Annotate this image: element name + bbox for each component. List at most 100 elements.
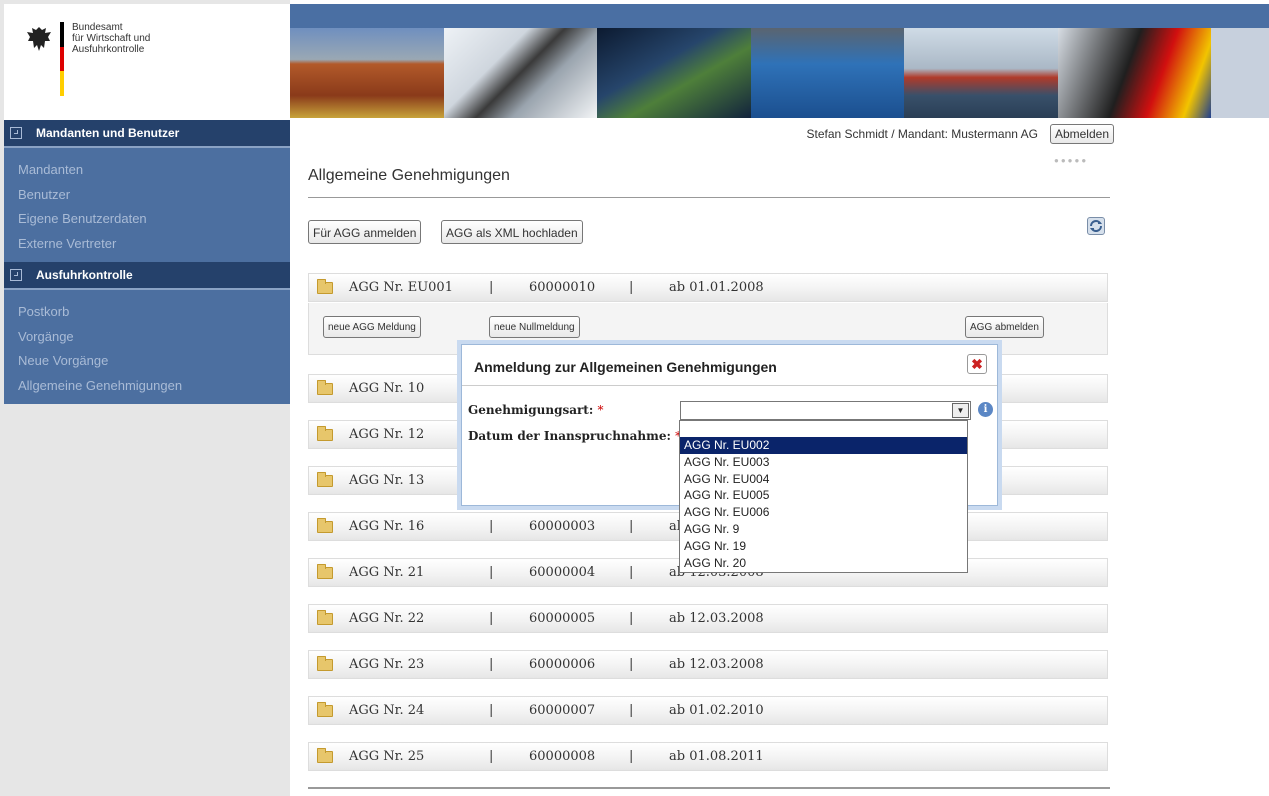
agency-name-line: Ausfuhrkontrolle [72,44,145,55]
chevron-down-icon[interactable]: ▼ [952,403,969,418]
separator: | [489,519,494,534]
separator: | [489,565,494,580]
sidebar-item-mandanten[interactable]: Mandanten [18,158,290,183]
dropdown-option[interactable]: AGG Nr. EU002 [680,437,967,454]
agg-row[interactable]: AGG Nr. 23 | 60000006 | ab 12.03.2008 [308,650,1108,679]
separator: | [489,280,494,295]
agg-number: 60000010 [529,280,596,295]
separator: | [629,657,634,672]
agg-number: 60000004 [529,565,596,580]
new-null-report-button[interactable]: neue Nullmeldung [489,316,580,338]
deregister-agg-button[interactable]: AGG abmelden [965,316,1044,338]
new-agg-report-button[interactable]: neue AGG Meldung [323,316,421,338]
register-agg-button[interactable]: Für AGG anmelden [308,220,422,244]
sidebar-menu: Mandanten und Benutzer Mandanten Benutze… [4,120,290,404]
separator: | [489,611,494,626]
sidebar-item-externe-vertreter[interactable]: Externe Vertreter [18,232,290,257]
separator: | [489,657,494,672]
folder-icon [317,701,333,717]
header-band [290,4,1269,28]
genehmigungsart-select[interactable]: ▼ [680,401,971,420]
agg-number: 60000005 [529,611,596,626]
agg-name: AGG Nr. 23 [349,657,425,672]
agg-name: AGG Nr. 22 [349,611,425,626]
agency-name-line: Bundesamt [72,22,123,33]
folder-icon [317,278,333,294]
sidebar-item-allgemeine-genehmigungen[interactable]: Allgemeine Genehmigungen [18,374,290,399]
agg-date: ab 12.03.2008 [669,611,764,626]
german-flag [60,22,64,96]
agg-number: 60000008 [529,749,596,764]
separator: | [629,519,634,534]
dropdown-option[interactable]: AGG Nr. EU004 [680,471,967,488]
agg-name: AGG Nr. 16 [349,519,425,534]
folder-icon [317,471,333,487]
sidebar-item-eigene-benutzerdaten[interactable]: Eigene Benutzerdaten [18,207,290,232]
folder-icon [317,517,333,533]
agg-row[interactable]: AGG Nr. EU001 | 60000010 | ab 01.01.2008 [308,273,1108,302]
dropdown-option[interactable]: AGG Nr. 9 [680,521,967,538]
agg-date: ab 01.08.2011 [669,749,764,764]
agg-row[interactable]: AGG Nr. 22 | 60000005 | ab 12.03.2008 [308,604,1108,633]
sidebar-section-title: Ausfuhrkontrolle [36,268,133,282]
sidebar-item-vorgaenge[interactable]: Vorgänge [18,325,290,350]
agg-number: 60000007 [529,703,596,718]
collapse-icon [10,127,22,139]
separator: | [629,703,634,718]
user-info: Stefan Schmidt / Mandant: Mustermann AG [806,127,1038,141]
agg-date: ab 12.03.2008 [669,657,764,672]
loading-dots: ●●●●● [1054,156,1089,165]
dropdown-option[interactable]: AGG Nr. EU003 [680,454,967,471]
agg-name: AGG Nr. EU001 [349,280,453,295]
dialog-divider [462,385,997,386]
separator: | [629,280,634,295]
sidebar-item-neue-vorgaenge[interactable]: Neue Vorgänge [18,349,290,374]
sidebar-item-benutzer[interactable]: Benutzer [18,183,290,208]
page-title: Allgemeine Genehmigungen [308,167,510,184]
separator: | [489,703,494,718]
agg-date: ab 01.01.2008 [669,280,764,295]
folder-icon [317,609,333,625]
refresh-icon[interactable] [1087,217,1105,235]
agg-row[interactable]: AGG Nr. 24 | 60000007 | ab 01.02.2010 [308,696,1108,725]
upload-xml-button[interactable]: AGG als XML hochladen [441,220,583,244]
info-icon[interactable]: i [978,402,993,417]
agg-number: 60000006 [529,657,596,672]
agg-date: ab 01.02.2010 [669,703,764,718]
dropdown-option[interactable]: AGG Nr. EU005 [680,487,967,504]
federal-eagle-icon [27,27,51,51]
required-marker: * [597,403,604,417]
separator: | [489,749,494,764]
agency-name: Bundesamt für Wirtschaft und Ausfuhrkont… [72,22,150,55]
banner-fill [1211,28,1269,118]
field-label-datum: Datum der Inanspruchnahme: * [468,429,681,443]
folder-icon [317,379,333,395]
logo[interactable]: Bundesamt für Wirtschaft und Ausfuhrkont… [4,4,290,120]
dropdown-option[interactable]: AGG Nr. EU006 [680,504,967,521]
logout-button[interactable]: Abmelden [1049,124,1114,144]
field-label-genehmigungsart: Genehmigungsart: * [468,403,603,417]
dropdown-option[interactable]: AGG Nr. 19 [680,538,967,555]
sidebar-section-mandanten[interactable]: Mandanten und Benutzer [4,120,290,148]
label-text: Datum der Inanspruchnahme: [468,429,671,443]
agg-row[interactable]: AGG Nr. 25 | 60000008 | ab 01.08.2011 [308,742,1108,771]
sidebar-item-postkorb[interactable]: Postkorb [18,300,290,325]
label-text: Genehmigungsart: [468,403,594,417]
agg-name: AGG Nr. 21 [349,565,425,580]
folder-icon [317,425,333,441]
separator: | [629,749,634,764]
folder-icon [317,655,333,671]
folder-icon [317,563,333,579]
dropdown-option[interactable]: AGG Nr. 20 [680,555,967,572]
separator: | [629,611,634,626]
close-icon[interactable]: ✖ [967,354,987,374]
list-bottom-divider [308,787,1110,789]
dialog-title: Anmeldung zur Allgemeinen Genehmigungen [474,359,777,375]
agg-name: AGG Nr. 24 [349,703,425,718]
sidebar-section-ausfuhrkontrolle[interactable]: Ausfuhrkontrolle [4,262,290,290]
collapse-icon [10,269,22,281]
banner-image [290,28,1211,118]
folder-icon [317,747,333,763]
sidebar-section-title: Mandanten und Benutzer [36,126,180,140]
agency-name-line: für Wirtschaft und [72,33,151,44]
